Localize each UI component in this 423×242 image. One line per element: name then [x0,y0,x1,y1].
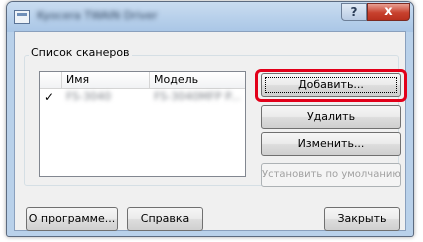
highlight-frame [255,69,407,102]
column-header-check[interactable] [40,72,62,88]
scanner-model: FS-3040MFP P... [154,90,241,103]
column-header-name[interactable]: Имя [62,72,150,88]
dialog-client-area: Список сканеров Имя Модель ✓ FS-3040 FS-… [14,31,407,231]
title-bar[interactable]: Kyocera TWAIN Driver ? x [7,2,413,32]
scanner-app-icon [14,10,30,24]
delete-button[interactable]: Удалить [261,105,401,129]
scanner-list[interactable]: Имя Модель ✓ FS-3040 FS-3040MFP P... [39,71,246,177]
list-header: Имя Модель [40,72,245,89]
help-title-button[interactable]: ? [341,3,367,21]
scanner-list-label: Список сканеров [29,46,132,59]
default-check-icon: ✓ [44,90,55,104]
edit-button[interactable]: Изменить... [261,132,401,156]
list-item[interactable]: ✓ FS-3040 FS-3040MFP P... [40,89,245,105]
set-default-button[interactable]: Установить по умолчанию [261,163,401,187]
about-button[interactable]: О программе... [26,207,118,231]
close-title-button[interactable]: x [367,3,410,21]
column-header-model[interactable]: Модель [150,72,247,88]
scanner-name: FS-3040 [66,90,112,103]
help-button[interactable]: Справка [127,207,203,231]
window-title: Kyocera TWAIN Driver [37,9,158,22]
close-button[interactable]: Закрыть [324,207,400,231]
dialog-window: Kyocera TWAIN Driver ? x Список сканеров… [6,1,414,237]
